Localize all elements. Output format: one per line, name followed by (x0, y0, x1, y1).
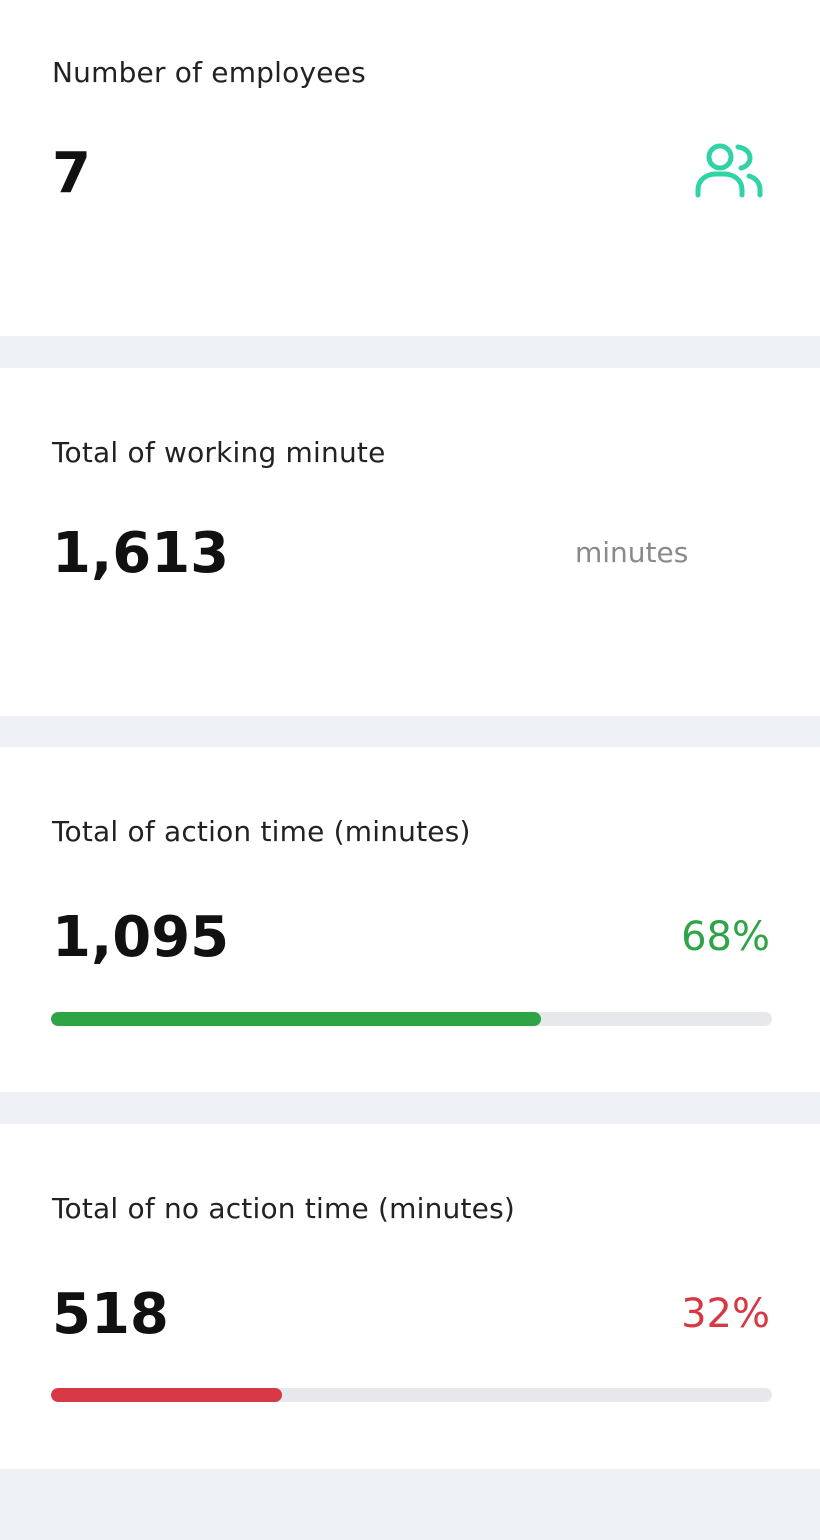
employees-card: Number of employees 7 (0, 0, 820, 336)
no-action-time-percent: 32% (681, 1291, 770, 1337)
employees-title: Number of employees (52, 56, 366, 89)
working-minutes-title: Total of working minute (52, 436, 386, 469)
working-minutes-unit: minutes (575, 536, 689, 569)
no-action-time-value: 518 (52, 1282, 169, 1347)
action-time-percent: 68% (681, 914, 770, 960)
users-icon (694, 140, 764, 206)
action-time-progress-fill (51, 1012, 542, 1026)
no-action-time-progress-fill (51, 1388, 282, 1402)
action-time-card: Total of action time (minutes) 1,095 68% (0, 747, 820, 1092)
employees-value: 7 (52, 141, 91, 206)
no-action-time-progress-track (51, 1388, 772, 1402)
working-minutes-value: 1,613 (52, 521, 230, 586)
working-minutes-card: Total of working minute 1,613 minutes (0, 368, 820, 716)
action-time-title: Total of action time (minutes) (52, 815, 471, 848)
action-time-value: 1,095 (52, 905, 230, 970)
action-time-progress-track (51, 1012, 772, 1026)
no-action-time-title: Total of no action time (minutes) (52, 1192, 515, 1225)
no-action-time-card: Total of no action time (minutes) 518 32… (0, 1124, 820, 1469)
